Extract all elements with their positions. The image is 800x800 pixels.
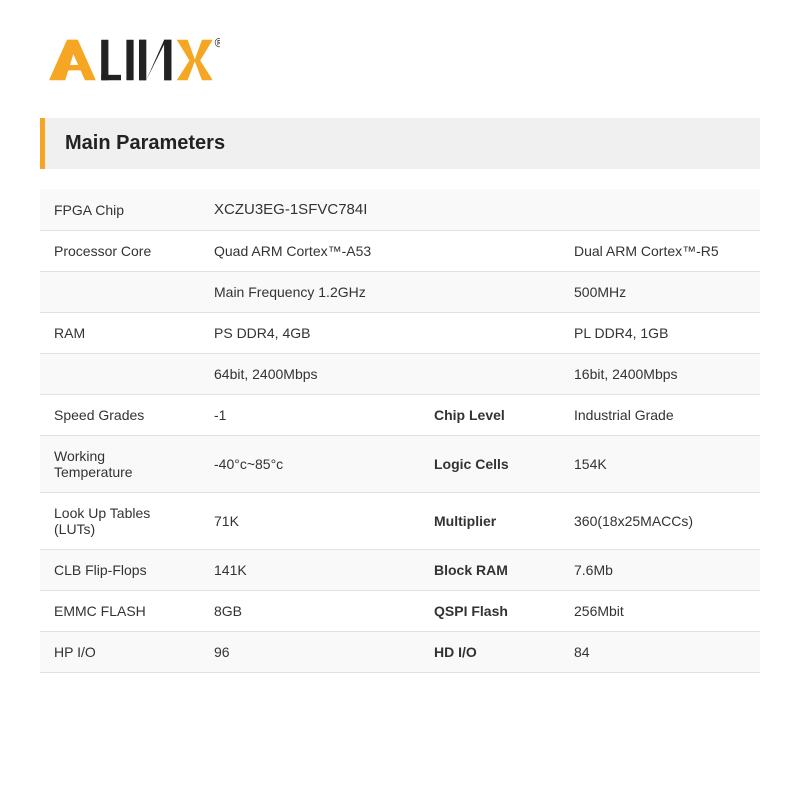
table-row: Processor Core Quad ARM Cortex™-A53 Dual… xyxy=(40,231,760,272)
row-value1: Quad ARM Cortex™-A53 xyxy=(200,231,420,272)
row-label2: HD I/O xyxy=(420,632,560,673)
row-label2 xyxy=(420,313,560,354)
row-value1: -1 xyxy=(200,395,420,436)
section-title: Main Parameters xyxy=(65,132,225,154)
row-label: Speed Grades xyxy=(40,395,200,436)
table-row: RAM PS DDR4, 4GB PL DDR4, 1GB xyxy=(40,313,760,354)
table-row: Main Frequency 1.2GHz 500MHz xyxy=(40,272,760,313)
table-row: EMMC FLASH 8GB QSPI Flash 256Mbit xyxy=(40,591,760,632)
params-table: FPGA Chip XCZU3EG-1SFVC784I Processor Co… xyxy=(40,189,760,673)
row-value2: 16bit, 2400Mbps xyxy=(560,354,760,395)
row-label xyxy=(40,272,200,313)
row-value2: PL DDR4, 1GB xyxy=(560,313,760,354)
row-value1: 96 xyxy=(200,632,420,673)
row-label2: Chip Level xyxy=(420,395,560,436)
row-label: RAM xyxy=(40,313,200,354)
row-value1: Main Frequency 1.2GHz xyxy=(200,272,420,313)
row-value2: 84 xyxy=(560,632,760,673)
row-value2: 256Mbit xyxy=(560,591,760,632)
table-row: HP I/O 96 HD I/O 84 xyxy=(40,632,760,673)
table-row: CLB Flip-Flops 141K Block RAM 7.6Mb xyxy=(40,550,760,591)
row-label xyxy=(40,354,200,395)
row-value2: Industrial Grade xyxy=(560,395,760,436)
row-value2: 360(18x25MACCs) xyxy=(560,493,760,550)
table-row: FPGA Chip XCZU3EG-1SFVC784I xyxy=(40,189,760,231)
table-row: 64bit, 2400Mbps 16bit, 2400Mbps xyxy=(40,354,760,395)
logo-area: ® xyxy=(40,30,760,90)
row-value2: Dual ARM Cortex™-R5 xyxy=(560,231,760,272)
row-value1: PS DDR4, 4GB xyxy=(200,313,420,354)
row-label2 xyxy=(420,272,560,313)
row-label: FPGA Chip xyxy=(40,189,200,231)
section-header: Main Parameters xyxy=(40,118,760,169)
row-label2 xyxy=(420,231,560,272)
table-row: Look Up Tables (LUTs) 71K Multiplier 360… xyxy=(40,493,760,550)
row-value1: -40°c~85°c xyxy=(200,436,420,493)
row-label: EMMC FLASH xyxy=(40,591,200,632)
row-label2: Logic Cells xyxy=(420,436,560,493)
row-label: Processor Core xyxy=(40,231,200,272)
svg-text:®: ® xyxy=(215,36,220,50)
row-value2: 500MHz xyxy=(560,272,760,313)
row-value2: 7.6Mb xyxy=(560,550,760,591)
row-label2: QSPI Flash xyxy=(420,591,560,632)
alinx-logo: ® xyxy=(40,30,220,90)
row-value1: 8GB xyxy=(200,591,420,632)
row-label: HP I/O xyxy=(40,632,200,673)
row-value: XCZU3EG-1SFVC784I xyxy=(200,189,760,231)
row-value1: 141K xyxy=(200,550,420,591)
row-value1: 71K xyxy=(200,493,420,550)
row-label2 xyxy=(420,354,560,395)
row-label2: Block RAM xyxy=(420,550,560,591)
table-row: Working Temperature -40°c~85°c Logic Cel… xyxy=(40,436,760,493)
row-label: CLB Flip-Flops xyxy=(40,550,200,591)
row-label2: Multiplier xyxy=(420,493,560,550)
row-value2: 154K xyxy=(560,436,760,493)
row-label: Look Up Tables (LUTs) xyxy=(40,493,200,550)
row-label: Working Temperature xyxy=(40,436,200,493)
row-value1: 64bit, 2400Mbps xyxy=(200,354,420,395)
table-row: Speed Grades -1 Chip Level Industrial Gr… xyxy=(40,395,760,436)
